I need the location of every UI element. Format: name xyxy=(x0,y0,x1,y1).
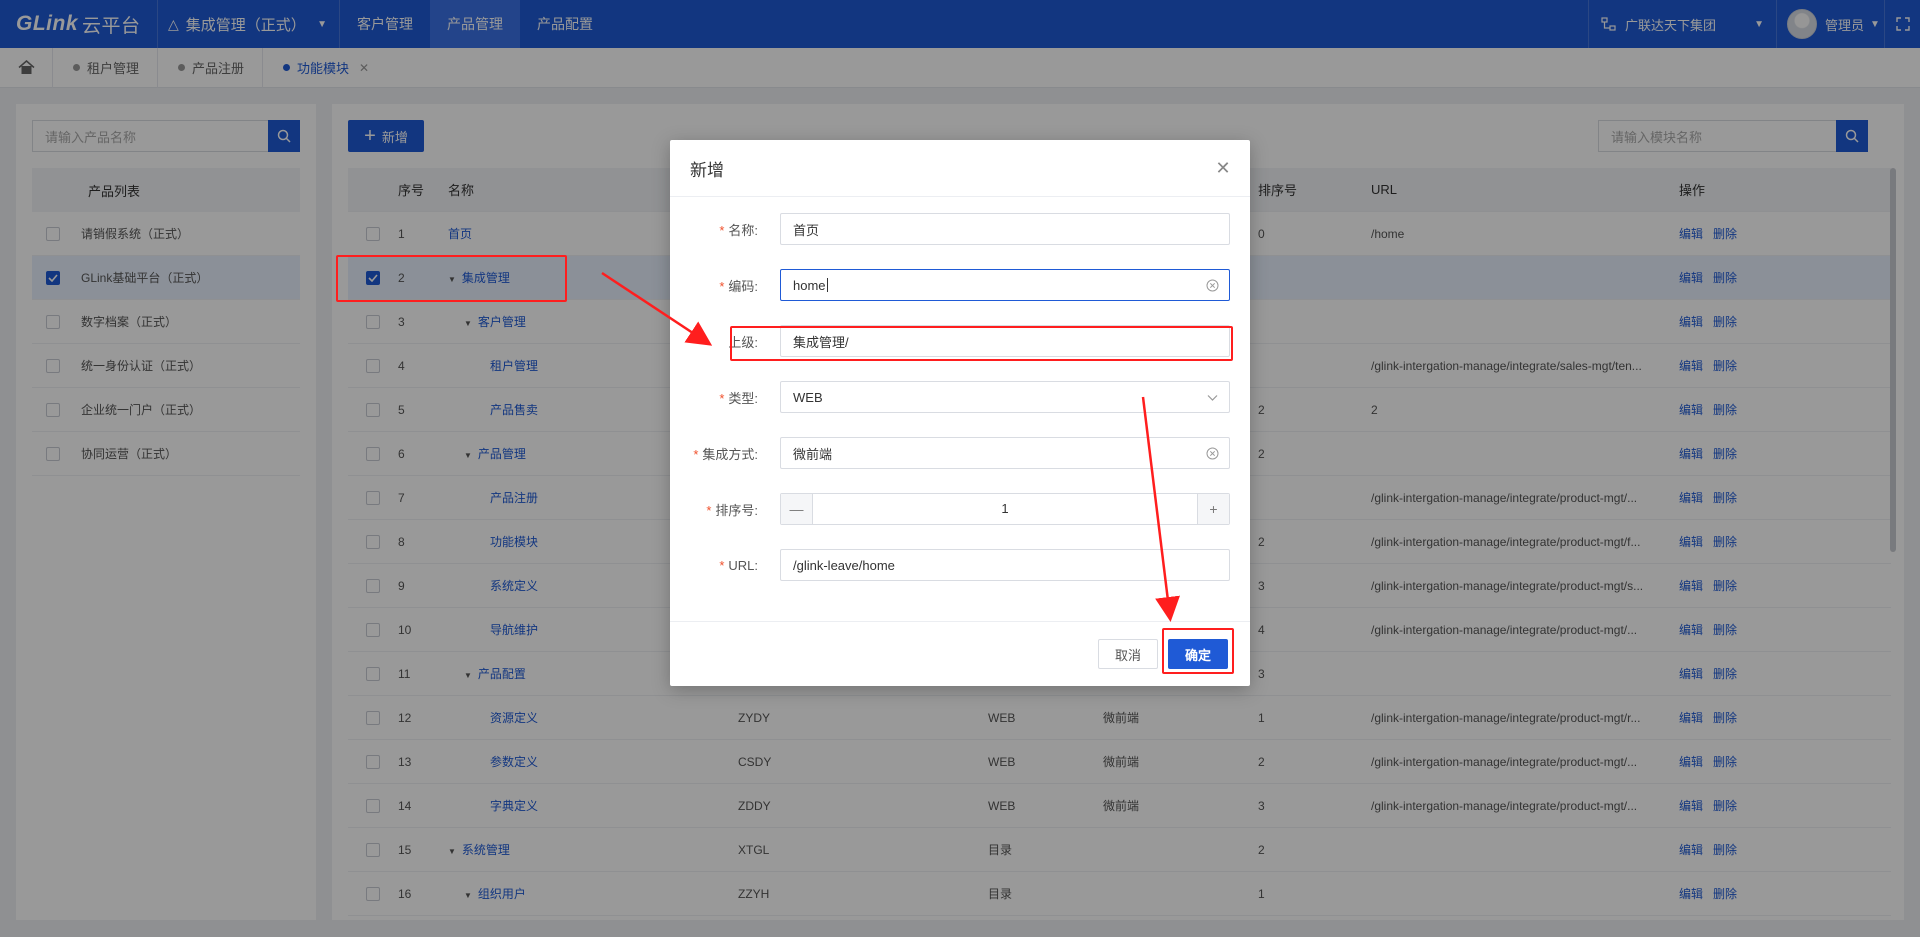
sort-stepper: — 1 + xyxy=(780,493,1230,525)
form-row-url: * URL: /glink-leave/home xyxy=(670,549,1250,581)
chevron-down-icon xyxy=(1207,395,1218,401)
close-icon[interactable]: ✕ xyxy=(1214,158,1232,178)
form-row-sort: * 排序号: — 1 + xyxy=(670,493,1250,525)
clear-icon[interactable] xyxy=(1206,279,1219,292)
field-label: * 编码: xyxy=(719,278,758,294)
decrement-button[interactable]: — xyxy=(781,494,813,524)
highlight-box-parent-row xyxy=(336,255,567,302)
field-label: * 排序号: xyxy=(706,502,758,518)
increment-button[interactable]: + xyxy=(1197,494,1229,524)
cancel-button[interactable]: 取消 xyxy=(1098,639,1158,669)
form-row-name: * 名称: 首页 xyxy=(670,213,1250,245)
highlight-box-parent-field xyxy=(730,326,1233,361)
integration-mode-select[interactable]: 微前端 xyxy=(780,437,1230,469)
field-label: * 名称: xyxy=(719,222,758,238)
type-select[interactable]: WEB xyxy=(780,381,1230,413)
add-module-dialog: 新增 ✕ * 名称: 首页 * 编码: home 上级: 集成管理/ * 类型: WE… xyxy=(670,140,1250,686)
sort-value[interactable]: 1 xyxy=(813,494,1197,524)
type-value: WEB xyxy=(793,389,823,405)
code-value: home xyxy=(793,277,826,293)
field-label: * URL: xyxy=(719,557,758,573)
highlight-box-confirm xyxy=(1162,628,1234,674)
form-row-code: * 编码: home xyxy=(670,269,1250,301)
form-row-type: * 类型: WEB xyxy=(670,381,1250,413)
dialog-title: 新增 xyxy=(670,140,1250,197)
field-label: * 集成方式: xyxy=(693,446,758,462)
mode-value: 微前端 xyxy=(793,446,833,462)
clear-icon[interactable] xyxy=(1206,447,1219,460)
name-field[interactable]: 首页 xyxy=(780,213,1230,245)
field-label: * 类型: xyxy=(719,390,758,406)
form-row-mode: * 集成方式: 微前端 xyxy=(670,437,1250,469)
code-field[interactable]: home xyxy=(780,269,1230,301)
url-field[interactable]: /glink-leave/home xyxy=(780,549,1230,581)
